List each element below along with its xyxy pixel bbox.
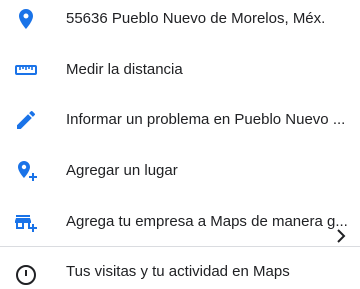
address-label: 55636 Pueblo Nuevo de Morelos, Méx.	[66, 10, 326, 27]
report-problem-row[interactable]: Informar un problema en Pueblo Nuevo ...	[0, 95, 360, 145]
measure-distance-label: Medir la distancia	[66, 61, 183, 78]
info-icon	[14, 263, 38, 287]
maps-activity-row[interactable]: Tus visitas y tu actividad en Maps	[0, 249, 360, 289]
add-business-label: Agrega tu empresa a Maps de manera g...	[66, 213, 348, 230]
add-place-row[interactable]: Agregar un lugar	[0, 146, 360, 196]
ruler-icon	[14, 58, 38, 82]
list-divider	[0, 246, 360, 247]
address-row[interactable]: 55636 Pueblo Nuevo de Morelos, Méx.	[0, 0, 360, 44]
add-business-row[interactable]: Agrega tu empresa a Maps de manera g...	[0, 197, 360, 247]
measure-distance-row[interactable]: Medir la distancia	[0, 45, 360, 95]
add-business-icon	[14, 210, 38, 234]
add-place-label: Agregar un lugar	[66, 162, 178, 179]
report-problem-label: Informar un problema en Pueblo Nuevo ...	[66, 111, 346, 128]
chevron-right-icon[interactable]	[336, 228, 346, 244]
pencil-icon	[14, 108, 38, 132]
add-location-icon	[14, 159, 38, 183]
location-pin-icon	[14, 7, 38, 31]
maps-activity-label: Tus visitas y tu actividad en Maps	[66, 263, 290, 280]
